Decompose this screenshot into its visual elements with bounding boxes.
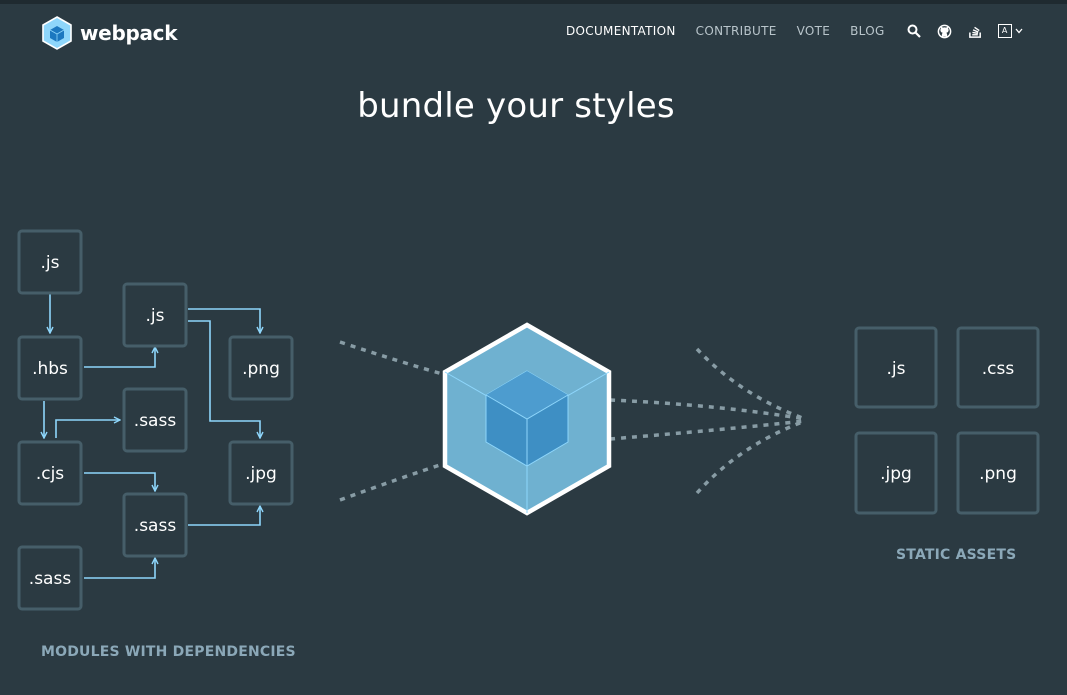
svg-text:.png: .png: [242, 359, 280, 379]
svg-text:.js: .js: [41, 253, 60, 273]
svg-text:.hbs: .hbs: [32, 359, 68, 379]
flow-in-upper: [339, 340, 447, 377]
connector-hbs-js: [84, 347, 155, 368]
module-file[interactable]: .png: [228, 335, 294, 401]
connector-sass-jpg: [188, 506, 260, 526]
modules-caption: MODULES WITH DEPENDENCIES: [41, 644, 296, 660]
module-file[interactable]: .sass: [122, 492, 188, 558]
svg-text:.js: .js: [146, 306, 165, 326]
module-file[interactable]: .cjs: [17, 440, 83, 506]
svg-text:.sass: .sass: [29, 569, 72, 589]
static-assets: .js .css .jpg .png: [854, 326, 1040, 515]
flow-in-lower: [339, 461, 447, 502]
asset-file[interactable]: .css: [956, 326, 1040, 409]
bundle-diagram: .js .js .hbs .png .sass .cjs .jpg .sass …: [17, 229, 1040, 611]
asset-file[interactable]: .jpg: [854, 431, 938, 515]
svg-text:.sass: .sass: [134, 516, 177, 536]
svg-text:.jpg: .jpg: [880, 464, 912, 484]
module-file[interactable]: .sass: [17, 545, 83, 611]
module-file[interactable]: .js: [17, 229, 83, 295]
module-file[interactable]: .js: [122, 282, 188, 348]
module-file[interactable]: .jpg: [228, 440, 294, 506]
webpack-cube-icon: [442, 322, 612, 516]
connector-cjs-sass-lower: [84, 472, 155, 491]
svg-text:.cjs: .cjs: [36, 464, 64, 484]
svg-text:.css: .css: [982, 359, 1015, 379]
svg-text:.js: .js: [887, 359, 906, 379]
svg-text:.jpg: .jpg: [245, 464, 277, 484]
asset-file[interactable]: .js: [854, 326, 938, 409]
assets-caption: STATIC ASSETS: [896, 547, 1017, 563]
svg-text:.png: .png: [979, 464, 1017, 484]
connector-sass-sass: [84, 558, 155, 579]
flow-out-lower: [609, 419, 806, 441]
asset-file[interactable]: .png: [956, 431, 1040, 515]
connector-cjs-sass: [55, 420, 120, 438]
flow-out-upper: [609, 398, 806, 421]
module-file[interactable]: .sass: [122, 387, 188, 453]
module-file[interactable]: .hbs: [17, 335, 83, 401]
svg-text:.sass: .sass: [134, 411, 177, 431]
